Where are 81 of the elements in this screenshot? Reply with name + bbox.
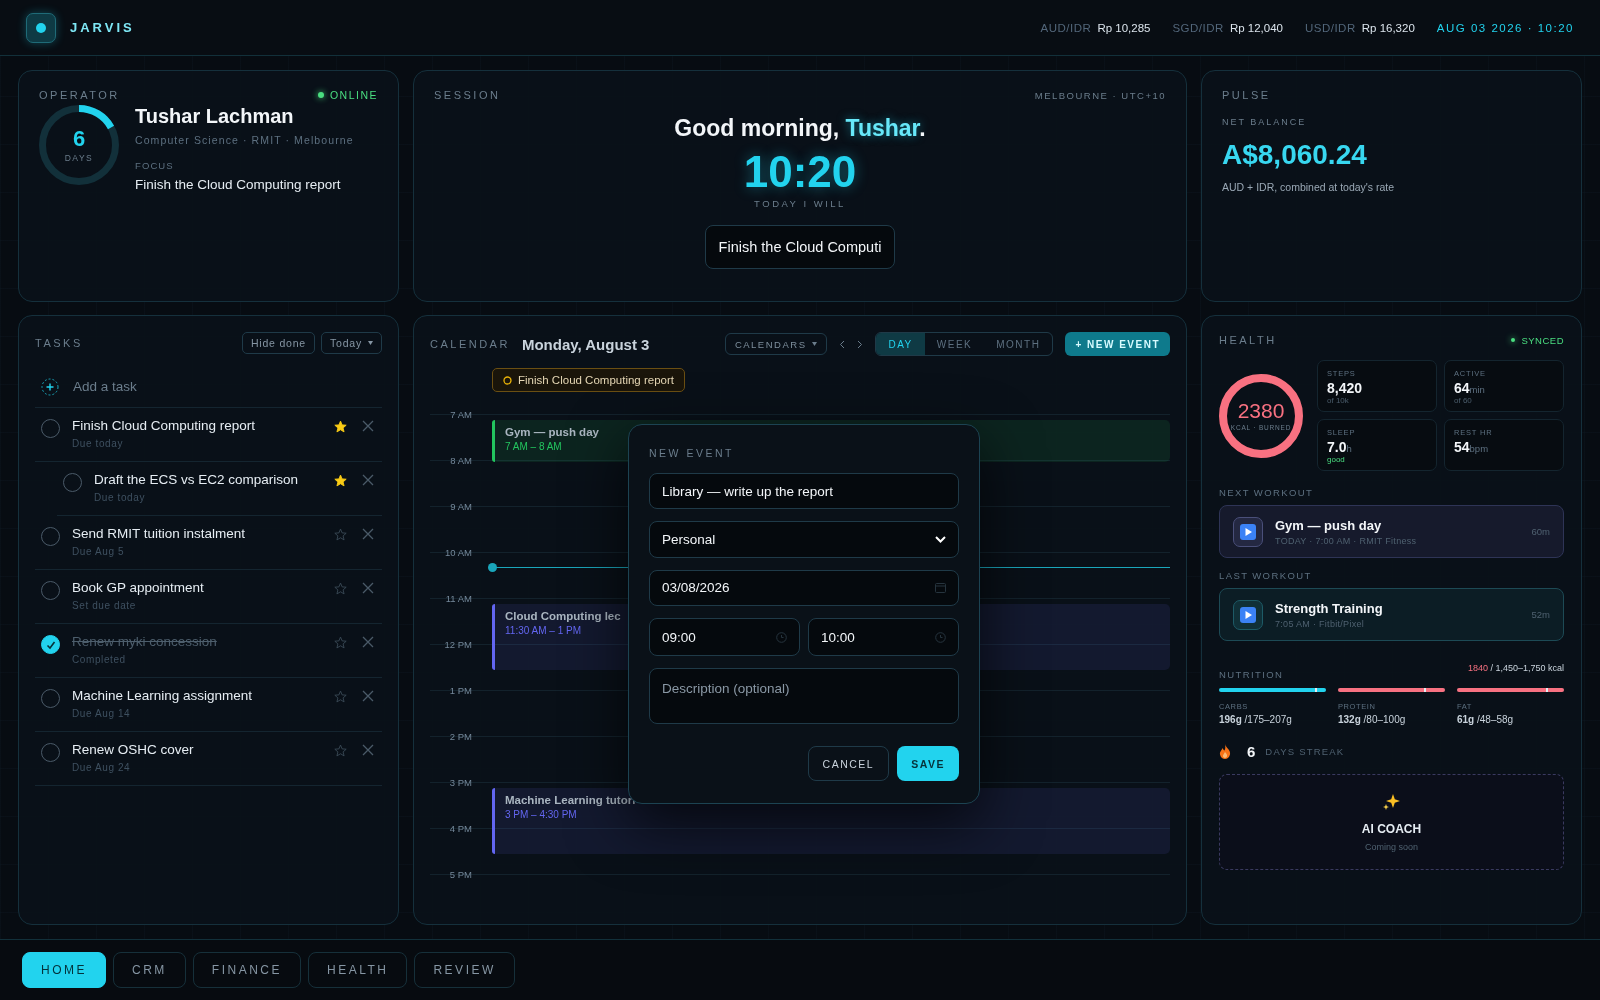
- streak-unit: DAYS: [64, 152, 94, 163]
- stat-value: 54bpm: [1454, 439, 1490, 455]
- app-name: JARVIS: [70, 20, 135, 35]
- hour-label: 4 PM: [448, 823, 472, 836]
- rate-value: Rp 10,285: [1097, 21, 1151, 34]
- hour-label: 10 AM: [444, 547, 472, 560]
- calendar-date: Monday, August 3: [521, 335, 650, 353]
- task-due: Set due date: [72, 600, 137, 611]
- task-due: Due today: [72, 438, 124, 449]
- task-title: Book GP appointment: [72, 580, 205, 595]
- panel-title: HEALTH: [1219, 334, 1277, 346]
- macro-value: 196g /175–207g: [1219, 714, 1293, 725]
- focus-label: FOCUS: [135, 160, 175, 171]
- nutrition-total: 1840 / 1,450–1,750 kcal: [1467, 662, 1564, 673]
- rate-value: Rp 12,040: [1229, 21, 1283, 34]
- workout-title: Gym — push day: [1275, 517, 1383, 533]
- hour-label: 2 PM: [448, 731, 472, 744]
- task-due: Due Aug 24: [72, 762, 132, 773]
- workout-meta: TODAY · 7:00 AM · RMIT Fitness: [1275, 535, 1418, 546]
- greeting: Good morning, Tushar.: [673, 115, 927, 142]
- section-label: LAST WORKOUT: [1219, 570, 1313, 581]
- hour-label: 7 AM: [449, 409, 472, 422]
- net-balance: A$8,060.24: [1222, 139, 1368, 171]
- hour-label: 8 AM: [449, 455, 472, 468]
- workout-duration: 52m: [1531, 609, 1550, 620]
- balance-note: AUD + IDR, combined at today's rate: [1222, 181, 1396, 193]
- hour-label: 3 PM: [448, 777, 472, 790]
- hour-label: 11 AM: [444, 593, 472, 606]
- operator-subtitle: Computer Science · RMIT · Melbourne: [135, 134, 354, 146]
- online-status: ONLINE: [317, 89, 378, 101]
- coach-subtitle: Coming soon: [1365, 842, 1418, 852]
- dialog-title: NEW EVENT: [649, 447, 735, 459]
- workout-title: Strength Training: [1275, 600, 1384, 616]
- hour-label: 1 PM: [448, 685, 472, 698]
- macro-value: 61g /48–58g: [1457, 714, 1515, 725]
- workout-duration: 60m: [1531, 526, 1550, 537]
- rate-pair: AUD/IDR: [1040, 21, 1092, 34]
- rate-value: Rp 16,320: [1361, 21, 1415, 34]
- hour-label: 9 AM: [449, 501, 472, 514]
- operator-name: Tushar Lachman: [135, 105, 295, 128]
- task-title: Send RMIT tuition instalment: [72, 526, 247, 541]
- streak-days: 6: [72, 127, 86, 150]
- intention-label: TODAY I WILL: [753, 198, 847, 209]
- streak-label: DAYS STREAK: [1265, 746, 1345, 757]
- task-title: Renew myki concession: [72, 634, 218, 649]
- location: MELBOURNE · UTC+10: [1034, 89, 1166, 101]
- balance-label: NET BALANCE: [1222, 117, 1308, 127]
- task-title: Machine Learning assignment: [72, 688, 254, 703]
- session-time: 10:20: [742, 150, 858, 194]
- panel-title: TASKS: [35, 337, 83, 349]
- streak-count: 6: [1247, 743, 1256, 760]
- panel-title: OPERATOR: [39, 89, 120, 101]
- coach-title: AI COACH: [1361, 822, 1422, 836]
- macro-value: 132g /80–100g: [1338, 714, 1407, 725]
- stat-value: 64min: [1454, 380, 1486, 396]
- workout-meta: 7:05 AM · Fitbit/Pixel: [1275, 618, 1366, 629]
- rate-pair: SGD/IDR: [1172, 21, 1224, 34]
- stat-note: good: [1327, 455, 1346, 464]
- panel-title: CALENDAR: [430, 338, 510, 350]
- section-label: NEXT WORKOUT: [1219, 487, 1315, 498]
- calories-value: 2380: [1237, 400, 1285, 421]
- hour-label: 5 PM: [448, 869, 472, 882]
- stat-note: of 10k: [1327, 396, 1350, 405]
- task-due: Due Aug 5: [72, 546, 126, 557]
- task-due: Completed: [72, 654, 127, 665]
- date-time: AUG 03 2026 · 10:20: [1436, 21, 1574, 34]
- section-label: NUTRITION: [1219, 669, 1284, 680]
- stat-note: of 60: [1454, 396, 1473, 405]
- task-title: Finish Cloud Computing report: [72, 418, 257, 433]
- stat-value: 8,420: [1327, 380, 1364, 396]
- task-due: Due Aug 14: [72, 708, 132, 719]
- focus-text: Finish the Cloud Computing report: [135, 177, 342, 192]
- task-title: Renew OSHC cover: [72, 742, 195, 757]
- task-due: Due today: [94, 492, 146, 503]
- sync-status: SYNCED: [1511, 334, 1564, 346]
- hour-label: 12 PM: [443, 639, 472, 652]
- panel-title: PULSE: [1222, 89, 1272, 101]
- panel-title: SESSION: [434, 89, 501, 101]
- rate-pair: USD/IDR: [1304, 21, 1356, 34]
- stat-value: 7.0h: [1327, 439, 1353, 455]
- task-title: Draft the ECS vs EC2 comparison: [94, 472, 300, 487]
